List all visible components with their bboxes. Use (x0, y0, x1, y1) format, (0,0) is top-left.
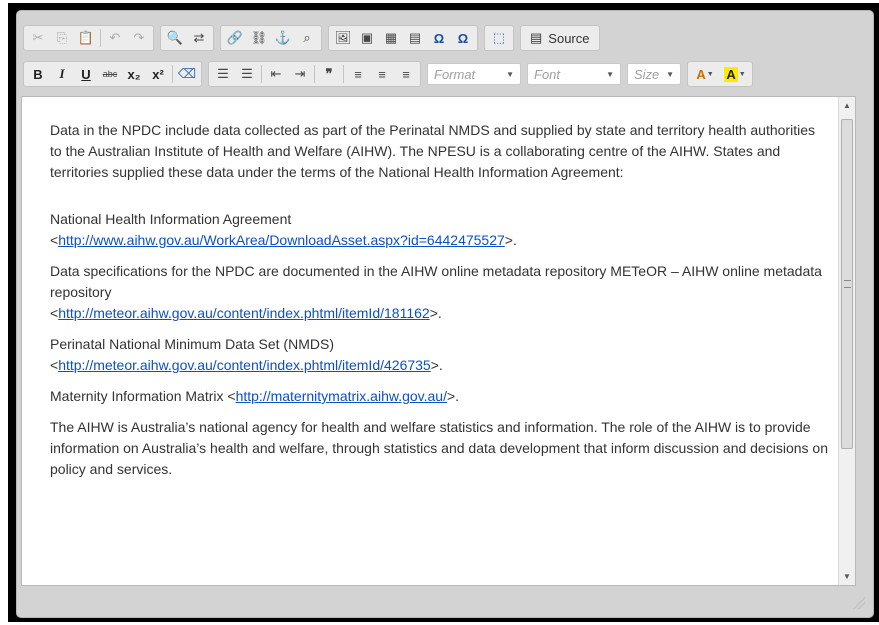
resize-handle-icon[interactable] (853, 597, 865, 609)
separator (261, 65, 262, 83)
angle-close: >. (429, 305, 442, 321)
bold-icon[interactable]: B (27, 63, 49, 85)
subscript-icon[interactable]: x₂ (123, 63, 145, 85)
align-center-icon[interactable]: ≡ (371, 63, 393, 85)
editor-content-area[interactable]: Data in the NPDC include data collected … (21, 96, 856, 586)
size-label: Size (634, 66, 660, 82)
background-color-button[interactable]: A ▼ (721, 63, 749, 85)
superscript-icon[interactable]: x² (147, 63, 169, 85)
paragraph-3-text: Data specifications for the NPDC are doc… (50, 263, 822, 300)
angle-close: >. (430, 357, 443, 373)
separator (100, 29, 101, 47)
align-left-icon[interactable]: ≡ (347, 63, 369, 85)
angle-close: >. (504, 232, 517, 248)
copy-icon[interactable]: ⎘ (51, 27, 73, 49)
separator (172, 65, 173, 83)
toolbar-row-1: ✂ ⎘ 📋 ↶ ↷ 🔍 ⇄ 🔗 ⛓ ⚓ ⌕ 🖼 ▣ ▦ ▤ Ω Ω ⬚ ▤ So… (23, 25, 606, 51)
flash-icon[interactable]: ▣ (356, 27, 378, 49)
grip-icon (844, 280, 851, 288)
paste-icon[interactable]: 📋 (75, 27, 97, 49)
blockquote-icon[interactable]: ❞ (318, 63, 340, 85)
chevron-down-icon: ▼ (666, 69, 674, 79)
rich-text-editor: ✂ ⎘ 📋 ↶ ↷ 🔍 ⇄ 🔗 ⛓ ⚓ ⌕ 🖼 ▣ ▦ ▤ Ω Ω ⬚ ▤ So… (16, 10, 874, 618)
strikethrough-icon[interactable]: abc (99, 63, 121, 85)
links-group: 🔗 ⛓ ⚓ ⌕ (220, 25, 322, 51)
toolbar-row-2: B I U abc x₂ x² ⌫ ☰ ☰ ⇤ ⇥ ❞ ≡ ≡ ≡ Format… (23, 61, 759, 87)
link-icon[interactable]: 🔗 (224, 27, 246, 49)
lists-group: ☰ ☰ ⇤ ⇥ ❞ ≡ ≡ ≡ (208, 61, 421, 87)
angle-open: < (227, 388, 236, 404)
paragraph-4: Perinatal National Minimum Data Set (NMD… (50, 334, 830, 376)
replace-icon[interactable]: ⇄ (188, 27, 210, 49)
health-agreement-link[interactable]: http://www.aihw.gov.au/WorkArea/Download… (58, 232, 505, 248)
paragraph-4-text: Perinatal National Minimum Data Set (NMD… (50, 336, 334, 352)
source-group: ▤ Source (520, 25, 600, 51)
cut-icon[interactable]: ✂ (27, 27, 49, 49)
find-icon[interactable]: 🔍 (164, 27, 186, 49)
font-select[interactable]: Font ▼ (527, 63, 621, 85)
scroll-up-icon[interactable]: ▲ (839, 97, 855, 114)
bulleted-list-icon[interactable]: ☰ (236, 63, 258, 85)
indent-icon[interactable]: ⇥ (289, 63, 311, 85)
text-color-button[interactable]: A ▼ (691, 63, 719, 85)
paragraph-3: Data specifications for the NPDC are doc… (50, 261, 830, 324)
special-char-icon[interactable]: Ω (428, 27, 450, 49)
image-icon[interactable]: 🖼 (332, 27, 354, 49)
anchor-icon[interactable]: ⚓ (272, 27, 294, 49)
paragraph-5-text: Maternity Information Matrix (50, 388, 228, 404)
chevron-down-icon: ▼ (606, 69, 614, 79)
source-button[interactable]: ▤ Source (524, 27, 596, 49)
separator (314, 65, 315, 83)
vertical-scrollbar[interactable]: ▲ ▼ (838, 97, 855, 585)
zoom-icon[interactable]: ⌕ (296, 27, 318, 49)
scroll-down-icon[interactable]: ▼ (839, 568, 855, 585)
paragraph-1: Data in the NPDC include data collected … (50, 122, 815, 180)
angle-close: >. (446, 388, 460, 404)
special-char-alt-icon[interactable]: Ω (452, 27, 474, 49)
separator (343, 65, 344, 83)
size-select[interactable]: Size ▼ (627, 63, 681, 85)
maximize-group: ⬚ (484, 25, 514, 51)
outdent-icon[interactable]: ⇤ (265, 63, 287, 85)
underline-icon[interactable]: U (75, 63, 97, 85)
maternity-matrix-link[interactable]: http://maternitymatrix.aihw.gov.au/ (236, 388, 447, 404)
basic-styles-group: B I U abc x₂ x² ⌫ (23, 61, 202, 87)
horizontal-rule-icon[interactable]: ▤ (404, 27, 426, 49)
scrollbar-thumb[interactable] (841, 119, 853, 449)
paragraph-2: National Health Information Agreement <h… (50, 209, 830, 251)
chevron-down-icon: ▼ (738, 70, 746, 78)
chevron-down-icon: ▼ (706, 70, 714, 78)
font-label: Font (534, 66, 561, 82)
colors-group: A ▼ A ▼ (687, 61, 753, 87)
redo-icon[interactable]: ↷ (128, 27, 150, 49)
paragraph-2-text: National Health Information Agreement (50, 211, 292, 227)
paragraph-5: Maternity Information Matrix <http://mat… (50, 386, 830, 407)
meteor-link-1[interactable]: http://meteor.aihw.gov.au/content/index.… (58, 305, 430, 321)
angle-open: < (50, 357, 59, 373)
insert-group: 🖼 ▣ ▦ ▤ Ω Ω (328, 25, 478, 51)
document-icon: ▤ (530, 30, 543, 45)
italic-icon[interactable]: I (51, 63, 73, 85)
maximize-icon[interactable]: ⬚ (488, 27, 510, 49)
text-color-icon: A (696, 66, 706, 82)
source-label: Source (548, 30, 590, 46)
document-body[interactable]: Data in the NPDC include data collected … (50, 120, 830, 494)
unlink-icon[interactable]: ⛓ (248, 27, 270, 49)
chevron-down-icon: ▼ (506, 69, 514, 79)
numbered-list-icon[interactable]: ☰ (212, 63, 234, 85)
meteor-link-2[interactable]: http://meteor.aihw.gov.au/content/index.… (58, 357, 431, 373)
table-icon[interactable]: ▦ (380, 27, 402, 49)
clipboard-group: ✂ ⎘ 📋 ↶ ↷ (23, 25, 154, 51)
undo-icon[interactable]: ↶ (104, 27, 126, 49)
align-right-icon[interactable]: ≡ (395, 63, 417, 85)
format-select[interactable]: Format ▼ (427, 63, 521, 85)
paragraph-6: The AIHW is Australia’s national agency … (50, 419, 828, 477)
remove-format-icon[interactable]: ⌫ (176, 63, 198, 85)
background-color-icon: A (724, 66, 738, 82)
angle-open: < (50, 305, 59, 321)
angle-open: < (50, 232, 59, 248)
format-label: Format (434, 66, 476, 82)
find-group: 🔍 ⇄ (160, 25, 214, 51)
